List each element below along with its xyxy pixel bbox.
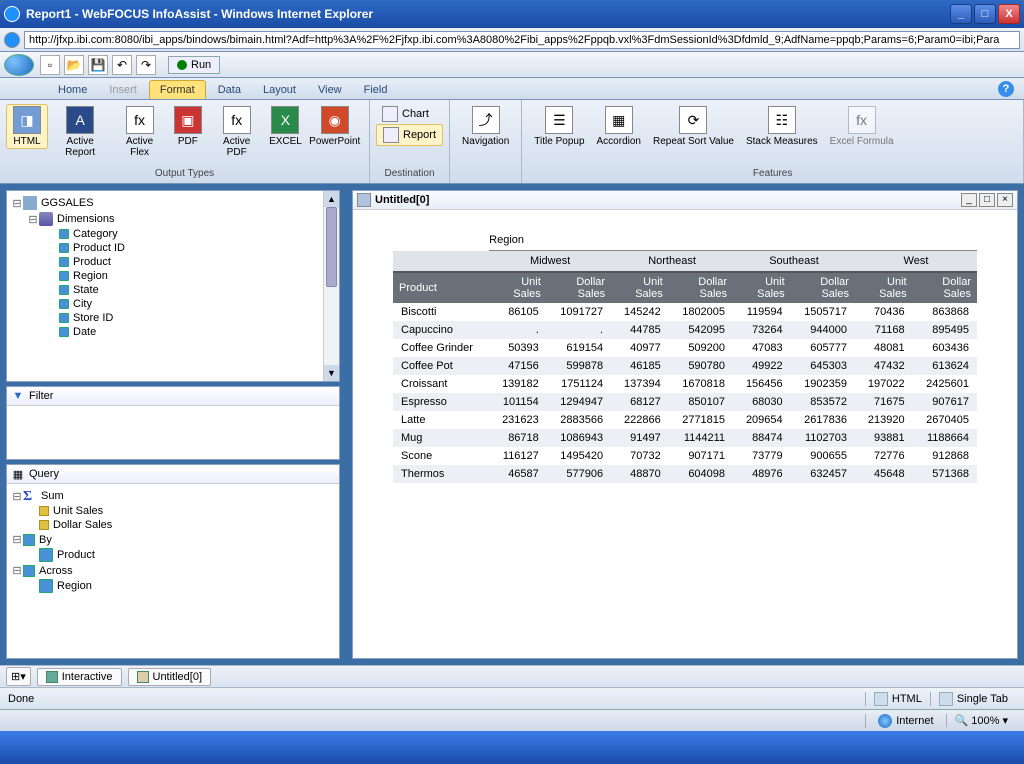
tree-field[interactable]: Store ID	[11, 311, 335, 325]
output-active-flex-button[interactable]: fxActive Flex	[112, 104, 167, 160]
report-minimize-button[interactable]: _	[961, 193, 977, 207]
output-pdf-button[interactable]: ▣PDF	[167, 104, 209, 149]
tab-interactive[interactable]: Interactive	[37, 668, 122, 686]
report-window: Untitled[0] _ □ × RegionMidwestNortheast…	[352, 190, 1018, 659]
output-active-report-button[interactable]: AActive Report	[48, 104, 112, 160]
tab-icon	[939, 692, 953, 706]
address-input[interactable]	[24, 31, 1020, 49]
query-across-field[interactable]: Region	[11, 578, 335, 594]
status-done: Done	[8, 693, 34, 705]
query-across[interactable]: ⊟Across	[11, 563, 335, 578]
ie-page-icon	[4, 32, 20, 48]
title-popup-button[interactable]: ☰Title Popup	[528, 104, 590, 149]
window-title: Report1 - WebFOCUS InfoAssist - Windows …	[26, 7, 950, 21]
scroll-down-icon[interactable]: ▼	[324, 365, 339, 381]
output-active-pdf-button[interactable]: fxActive PDF	[209, 104, 265, 160]
tab-untitled[interactable]: Untitled[0]	[128, 668, 212, 686]
query-by-field[interactable]: Product	[11, 547, 335, 563]
tree-dimensions[interactable]: ⊟Dimensions	[11, 211, 335, 227]
accordion-button[interactable]: ▦Accordion	[591, 104, 647, 149]
scroll-up-icon[interactable]: ▲	[324, 191, 339, 207]
table-row: Espresso10115412949476812785010768030853…	[393, 393, 977, 411]
chart-icon	[382, 106, 398, 122]
navigation-button[interactable]: ⤴Navigation	[456, 104, 515, 149]
app-logo-icon[interactable]	[4, 54, 34, 76]
output-html-button[interactable]: ◨HTML	[6, 104, 48, 149]
help-icon[interactable]: ?	[998, 81, 1014, 97]
tab-data[interactable]: Data	[208, 81, 251, 99]
output-powerpoint-button[interactable]: ◉PowerPoint	[306, 104, 363, 149]
tree-field[interactable]: State	[11, 283, 335, 297]
filter-icon: ▼	[11, 389, 25, 403]
tree-field[interactable]: City	[11, 297, 335, 311]
table-row: Coffee Grinder50393619154409775092004708…	[393, 339, 977, 357]
dest-chart-button[interactable]: Chart	[376, 104, 443, 124]
new-button[interactable]: ▫	[40, 55, 60, 75]
tree-field[interactable]: Product	[11, 255, 335, 269]
tab-view[interactable]: View	[308, 81, 352, 99]
query-panel: ▦Query ⊟ΣSumUnit SalesDollar Sales⊟ByPro…	[6, 464, 340, 659]
report-icon	[383, 127, 399, 143]
maximize-button[interactable]: □	[974, 4, 996, 24]
html-icon	[874, 692, 888, 706]
tab-format[interactable]: Format	[149, 80, 206, 99]
close-button[interactable]: X	[998, 4, 1020, 24]
table-row: Latte23162328835662228662771815209654261…	[393, 411, 977, 429]
query-measure[interactable]: Unit Sales	[11, 504, 335, 518]
tree-field[interactable]: Product ID	[11, 241, 335, 255]
save-button[interactable]: 💾	[88, 55, 108, 75]
stack-measures-button[interactable]: ☷Stack Measures	[740, 104, 824, 149]
tab-home[interactable]: Home	[48, 81, 97, 99]
ie-icon	[4, 6, 20, 22]
excel-formula-button[interactable]: fxExcel Formula	[824, 104, 900, 149]
tree-field[interactable]: Category	[11, 227, 335, 241]
query-measure[interactable]: Dollar Sales	[11, 518, 335, 532]
repeat-sort-button[interactable]: ⟳Repeat Sort Value	[647, 104, 740, 149]
dest-report-button[interactable]: Report	[376, 124, 443, 146]
output-excel-button[interactable]: XEXCEL	[264, 104, 306, 149]
open-button[interactable]: 📂	[64, 55, 84, 75]
table-row: Capuccino..44785542095732649440007116889…	[393, 321, 977, 339]
query-sum[interactable]: ⊟ΣSum	[11, 488, 335, 504]
report-window-icon	[357, 193, 371, 207]
run-button[interactable]: Run	[168, 56, 220, 74]
table-row: Biscotti86105109172714524218020051195941…	[393, 303, 977, 321]
query-icon: ▦	[11, 467, 25, 481]
table-row: Croissant1391821751124137394167081815645…	[393, 375, 977, 393]
interactive-icon	[46, 671, 58, 683]
status-output[interactable]: HTML	[865, 692, 930, 706]
minimize-button[interactable]: _	[950, 4, 972, 24]
filter-body[interactable]	[7, 406, 339, 459]
view-switch-button[interactable]: ⊞▾	[6, 667, 31, 686]
globe-icon	[878, 714, 892, 728]
tree-field[interactable]: Date	[11, 325, 335, 339]
tree-scrollbar[interactable]: ▲ ▼	[323, 191, 339, 381]
report-title: Untitled[0]	[375, 194, 961, 206]
scroll-thumb[interactable]	[326, 207, 337, 287]
table-row: Mug8671810869439149711442118847411027039…	[393, 429, 977, 447]
table-row: Thermos465875779064887060409848976632457…	[393, 465, 977, 483]
report-close-button[interactable]: ×	[997, 193, 1013, 207]
tab-layout[interactable]: Layout	[253, 81, 306, 99]
zoom-control[interactable]: 🔍 100% ▾	[946, 714, 1016, 727]
report-table: RegionMidwestNortheastSoutheastWestProdu…	[393, 230, 977, 483]
run-icon	[177, 60, 187, 70]
undo-button[interactable]: ↶	[112, 55, 132, 75]
status-single-tab[interactable]: Single Tab	[930, 692, 1016, 706]
report-maximize-button[interactable]: □	[979, 193, 995, 207]
document-icon	[137, 671, 149, 683]
tab-field[interactable]: Field	[354, 81, 398, 99]
datasource-tree-panel: ⊟GGSALES⊟DimensionsCategoryProduct IDPro…	[6, 190, 340, 382]
tab-insert[interactable]: Insert	[99, 81, 147, 99]
security-zone[interactable]: Internet	[865, 714, 945, 728]
table-row: Coffee Pot471565998784618559078049922645…	[393, 357, 977, 375]
tree-root[interactable]: ⊟GGSALES	[11, 195, 335, 211]
windows-taskbar[interactable]	[0, 731, 1024, 764]
table-row: Scone11612714954207073290717173779900655…	[393, 447, 977, 465]
filter-panel: ▼Filter	[6, 386, 340, 460]
tree-field[interactable]: Region	[11, 269, 335, 283]
query-by[interactable]: ⊟By	[11, 532, 335, 547]
redo-button[interactable]: ↷	[136, 55, 156, 75]
